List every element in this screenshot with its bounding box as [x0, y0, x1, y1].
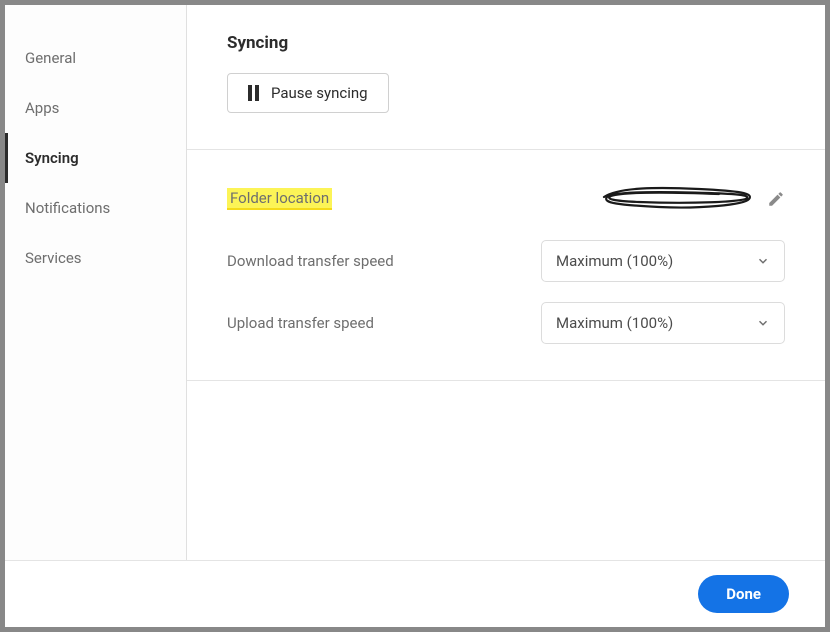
sidebar-item-services[interactable]: Services: [5, 233, 186, 283]
redacted-scribble: [599, 185, 759, 213]
upload-speed-row: Upload transfer speed Maximum (100%): [227, 302, 785, 344]
preferences-window: General Apps Syncing Notifications Servi…: [5, 5, 825, 627]
sidebar-item-general[interactable]: General: [5, 33, 186, 83]
edit-icon[interactable]: [767, 190, 785, 208]
chevron-down-icon: [756, 316, 770, 330]
sidebar-item-label: General: [25, 49, 76, 67]
pause-syncing-button[interactable]: Pause syncing: [227, 73, 389, 113]
highlight-mark: Folder location: [227, 188, 332, 210]
upload-speed-value: Maximum (100%): [556, 314, 673, 332]
empty-section: [187, 381, 825, 445]
pause-syncing-label: Pause syncing: [271, 84, 368, 102]
folder-location-label: Folder location: [227, 188, 332, 210]
folder-location-value-wrap: [599, 185, 785, 213]
sidebar-item-label: Services: [25, 249, 82, 267]
section-title: Syncing: [227, 33, 785, 53]
download-speed-label: Download transfer speed: [227, 252, 394, 270]
main-content: Syncing Pause syncing Folder location: [187, 5, 825, 560]
sidebar-item-label: Notifications: [25, 199, 110, 217]
pause-icon: [248, 85, 259, 101]
footer: Done: [5, 560, 825, 627]
chevron-down-icon: [756, 254, 770, 268]
done-button[interactable]: Done: [698, 575, 789, 613]
transfer-section: Folder location Download transfer speed: [187, 150, 825, 381]
folder-location-row: Folder location: [227, 178, 785, 220]
upload-speed-select[interactable]: Maximum (100%): [541, 302, 785, 344]
download-speed-select[interactable]: Maximum (100%): [541, 240, 785, 282]
upload-speed-label: Upload transfer speed: [227, 314, 374, 332]
sidebar: General Apps Syncing Notifications Servi…: [5, 5, 187, 560]
syncing-section: Syncing Pause syncing: [187, 5, 825, 150]
sidebar-item-apps[interactable]: Apps: [5, 83, 186, 133]
sidebar-item-syncing[interactable]: Syncing: [5, 133, 186, 183]
sidebar-item-label: Apps: [25, 99, 59, 117]
sidebar-item-label: Syncing: [25, 149, 79, 167]
sidebar-item-notifications[interactable]: Notifications: [5, 183, 186, 233]
download-speed-row: Download transfer speed Maximum (100%): [227, 240, 785, 282]
download-speed-value: Maximum (100%): [556, 252, 673, 270]
body-area: General Apps Syncing Notifications Servi…: [5, 5, 825, 560]
